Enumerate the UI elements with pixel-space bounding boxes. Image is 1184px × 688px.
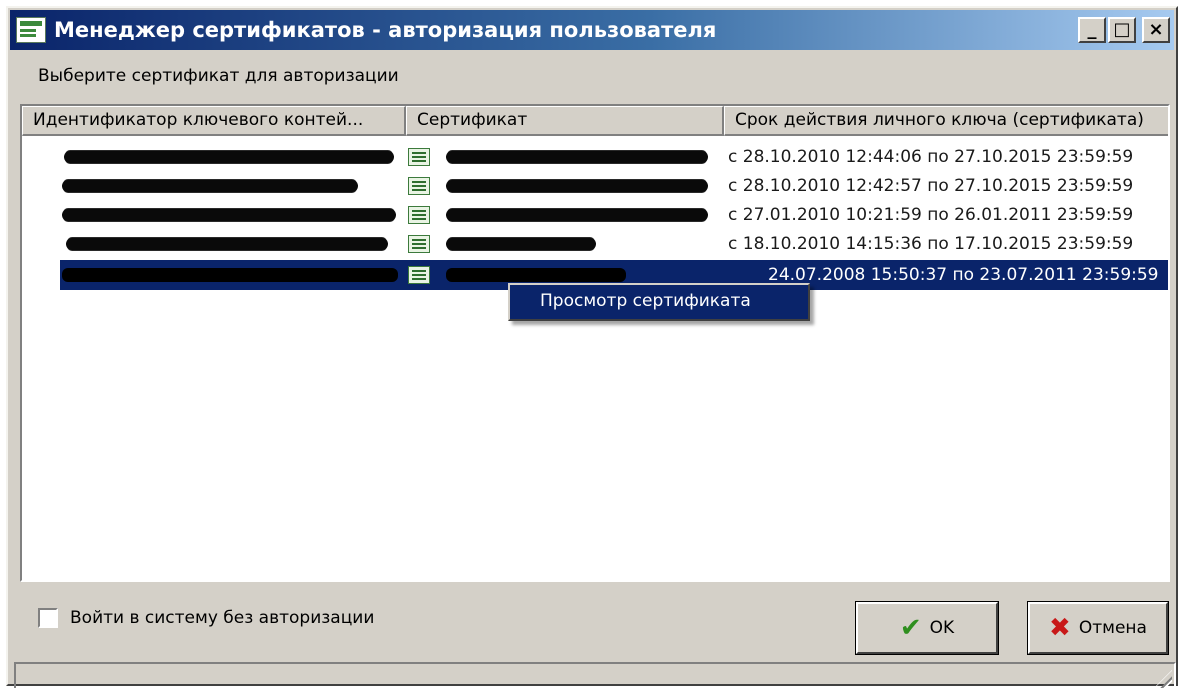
context-menu: Просмотр сертификата xyxy=(508,283,810,321)
certificate-cell xyxy=(408,171,724,201)
list-item[interactable]: с 28.10.2010 12:42:57 по 27.10.2015 23:5… xyxy=(22,171,1168,201)
menu-item-view-certificate[interactable]: Просмотр сертификата xyxy=(540,285,751,319)
skip-auth-checkbox[interactable] xyxy=(38,608,58,628)
cancel-button-label: Отмена xyxy=(1078,618,1147,638)
redacted-text xyxy=(446,180,708,192)
redacted-text xyxy=(64,151,394,163)
close-button[interactable]: × xyxy=(1142,17,1170,43)
certificate-cell xyxy=(408,142,724,172)
validity-cell: 24.07.2008 15:50:37 по 23.07.2011 23:59:… xyxy=(768,265,1159,285)
status-bar xyxy=(14,662,1176,688)
column-header-validity[interactable]: Срок действия личного ключа (сертификата… xyxy=(724,106,1168,136)
container-id-cell xyxy=(62,171,404,201)
column-header-certificate[interactable]: Сертификат xyxy=(406,106,724,136)
list-item[interactable]: с 18.10.2010 14:15:36 по 17.10.2015 23:5… xyxy=(22,229,1168,259)
redacted-text xyxy=(446,268,626,282)
certificate-cell xyxy=(408,229,724,259)
redacted-text xyxy=(66,238,388,250)
check-icon: ✔ xyxy=(899,613,922,643)
column-header-container-id[interactable]: Идентификатор ключевого контей... xyxy=(22,106,406,136)
redacted-text xyxy=(62,268,398,282)
certificate-icon xyxy=(408,235,430,253)
list-header: Идентификатор ключевого контей... Сертиф… xyxy=(22,106,1168,136)
ok-button-label: OK xyxy=(929,618,955,638)
certificate-manager-window: Менеджер сертификатов - авторизация поль… xyxy=(6,6,1178,688)
certificate-list[interactable]: Идентификатор ключевого контей... Сертиф… xyxy=(20,104,1170,582)
container-id-cell xyxy=(62,142,404,172)
window-controls: _ □ × xyxy=(1078,17,1170,43)
container-id-cell xyxy=(62,200,404,230)
resize-grip-icon[interactable] xyxy=(1150,670,1172,688)
certificate-icon xyxy=(408,148,430,166)
container-id-cell xyxy=(62,229,404,259)
maximize-button[interactable]: □ xyxy=(1108,17,1136,43)
skip-auth-label: Войти в систему без авторизации xyxy=(70,608,375,628)
container-id-cell xyxy=(62,260,402,290)
redacted-text xyxy=(446,209,708,221)
certificate-cell xyxy=(408,200,724,230)
cancel-button[interactable]: ✖ Отмена xyxy=(1027,601,1169,655)
certificate-icon xyxy=(408,206,430,224)
certificate-icon xyxy=(408,177,430,195)
minimize-button[interactable]: _ xyxy=(1078,17,1106,43)
skip-auth-option[interactable]: Войти в систему без авторизации xyxy=(38,608,374,628)
ok-button[interactable]: ✔ OK xyxy=(855,601,999,655)
redacted-text xyxy=(62,180,358,192)
validity-cell: с 18.10.2010 14:15:36 по 17.10.2015 23:5… xyxy=(728,234,1134,254)
redacted-text xyxy=(62,209,396,221)
list-item[interactable]: с 28.10.2010 12:44:06 по 27.10.2015 23:5… xyxy=(22,142,1168,172)
cross-icon: ✖ xyxy=(1049,613,1071,643)
certificate-icon xyxy=(408,266,430,284)
prompt-label: Выберите сертификат для авторизации xyxy=(38,66,399,86)
redacted-text xyxy=(446,238,596,250)
list-item[interactable]: с 27.01.2010 10:21:59 по 26.01.2011 23:5… xyxy=(22,200,1168,230)
redacted-text xyxy=(446,151,708,163)
validity-cell: с 28.10.2010 12:44:06 по 27.10.2015 23:5… xyxy=(728,147,1134,167)
validity-cell: с 27.01.2010 10:21:59 по 26.01.2011 23:5… xyxy=(728,205,1134,225)
title-bar[interactable]: Менеджер сертификатов - авторизация поль… xyxy=(10,10,1174,50)
validity-cell: с 28.10.2010 12:42:57 по 27.10.2015 23:5… xyxy=(728,176,1134,196)
window-title: Менеджер сертификатов - авторизация поль… xyxy=(54,18,717,42)
app-certificate-icon xyxy=(16,17,46,43)
